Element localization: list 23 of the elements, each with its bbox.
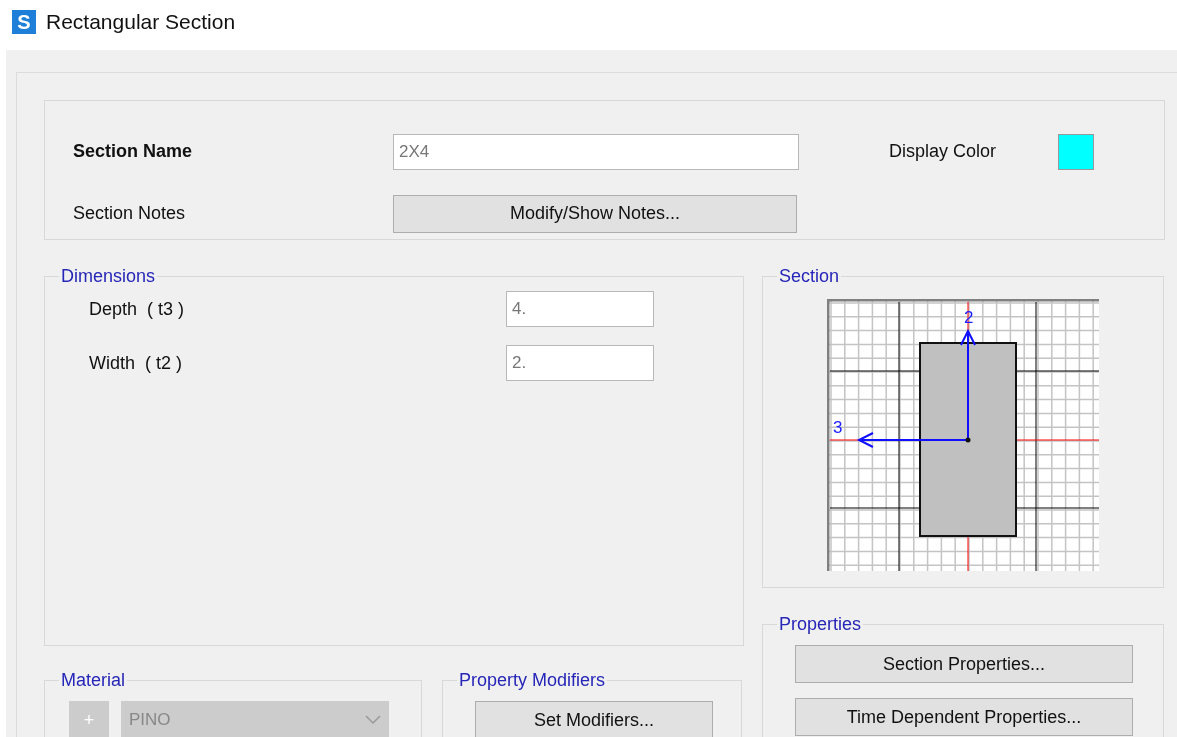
axis-label: 2 xyxy=(964,308,974,327)
field-label: Depth ( t3 ) xyxy=(89,298,186,320)
set-modifiers-button[interactable]: Set Modifiers... xyxy=(475,701,713,737)
group-title: Material xyxy=(60,670,127,691)
field-label: Display Color xyxy=(889,141,997,162)
axis-label: 3 xyxy=(833,418,843,437)
notes-button[interactable]: Modify/Show Notes... xyxy=(393,194,797,233)
dimension-field[interactable]: 2. xyxy=(506,345,654,381)
section-name-field[interactable]: 2X4 xyxy=(393,133,799,170)
window-title: Rectangular Section xyxy=(46,10,236,34)
app-icon: S xyxy=(12,10,36,34)
group-title: Dimensions xyxy=(60,266,157,287)
properties-button[interactable]: Section Properties... xyxy=(795,645,1133,683)
properties-button[interactable]: Time Dependent Properties... xyxy=(795,698,1133,736)
group-title: Properties xyxy=(778,614,863,635)
group-title: Section xyxy=(778,266,841,287)
chevron-icon xyxy=(365,715,381,725)
group-title: Property Modifiers xyxy=(458,670,607,691)
dimension-field[interactable]: 4. xyxy=(506,291,654,327)
field-label: Section Name xyxy=(73,141,194,162)
field-label: Width ( t2 ) xyxy=(89,352,183,374)
color-swatch[interactable] xyxy=(1058,133,1095,170)
field-label: Section Notes xyxy=(73,203,187,224)
